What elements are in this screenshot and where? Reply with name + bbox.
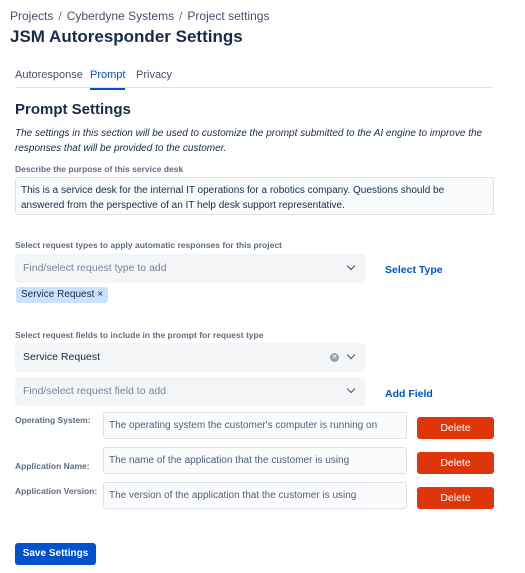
field-description-input[interactable]: The operating system the customer's comp… (103, 412, 407, 439)
chevron-down-icon (346, 261, 356, 271)
tag-remove-icon[interactable]: × (97, 289, 103, 300)
field-name-application-version: Application Version: (15, 486, 98, 496)
breadcrumb-separator: / (58, 9, 62, 23)
request-type-for-fields-select[interactable]: Service Request ✕ (15, 343, 365, 372)
tab-privacy[interactable]: Privacy (136, 69, 172, 81)
breadcrumb-project-settings[interactable]: Project settings (187, 9, 269, 23)
field-description-input[interactable]: The name of the application that the cus… (103, 447, 407, 474)
chevron-down-icon (346, 350, 356, 360)
request-type-select[interactable]: Find/select request type to add (15, 254, 365, 283)
tab-prompt[interactable]: Prompt (90, 69, 126, 90)
tag-label: Service Request (21, 289, 95, 300)
purpose-textarea[interactable]: This is a service desk for the internal … (15, 177, 494, 215)
clear-icon[interactable]: ✕ (330, 353, 339, 362)
field-description-input[interactable]: The version of the application that the … (103, 482, 407, 509)
select-type-button[interactable]: Select Type (385, 264, 443, 276)
tab-autoresponse[interactable]: Autoresponse (15, 69, 83, 81)
field-name-application-name: Application Name: (15, 461, 90, 471)
add-field-button[interactable]: Add Field (385, 388, 433, 400)
delete-field-button[interactable]: Delete (417, 417, 494, 439)
delete-field-button[interactable]: Delete (417, 452, 494, 474)
request-field-placeholder: Find/select request field to add (23, 385, 167, 397)
delete-field-button[interactable]: Delete (417, 487, 494, 509)
request-type-tag: Service Request × (16, 287, 109, 303)
chevron-down-icon (346, 384, 356, 394)
request-fields-label: Select request fields to include in the … (15, 330, 264, 340)
section-description: The settings in this section will be use… (15, 128, 483, 154)
breadcrumb-separator: / (179, 9, 183, 23)
purpose-label: Describe the purpose of this service des… (15, 164, 184, 174)
request-field-select[interactable]: Find/select request field to add (15, 377, 365, 406)
breadcrumb: Projects / Cyberdyne Systems / Project setti… (10, 9, 269, 23)
section-title: Prompt Settings (15, 101, 131, 118)
breadcrumb-project[interactable]: Cyberdyne Systems (67, 9, 174, 23)
breadcrumb-projects[interactable]: Projects (10, 9, 53, 23)
page-title: JSM Autoresponder Settings (10, 27, 243, 46)
request-type-placeholder: Find/select request type to add (23, 262, 167, 274)
tab-bar: Autoresponse Prompt Privacy (15, 62, 493, 90)
save-settings-button[interactable]: Save Settings (15, 543, 96, 565)
selected-request-type: Service Request (23, 351, 101, 363)
field-name-operating-system: Operating System: (15, 415, 91, 425)
request-types-label: Select request types to apply automatic … (15, 240, 282, 250)
